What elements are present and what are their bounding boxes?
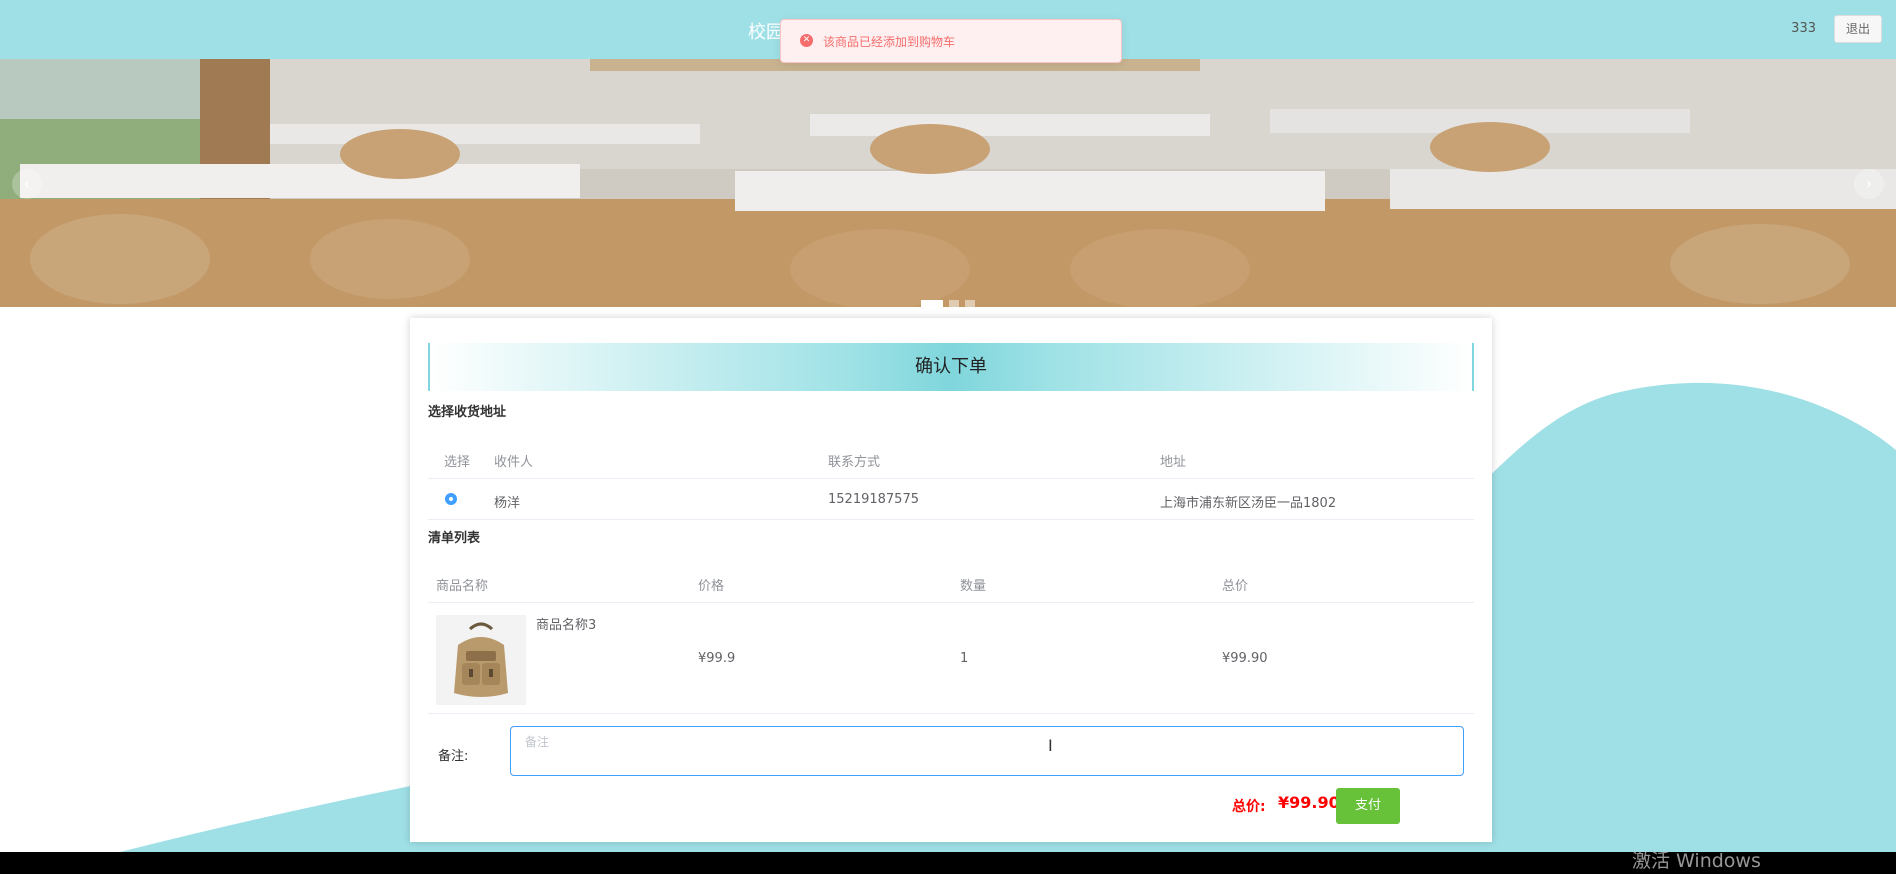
total-label: 总价: <box>1232 799 1266 815</box>
address-radio[interactable] <box>445 493 457 505</box>
item-row: 商品名称3 ¥99.9 1 ¥99.90 <box>428 603 1474 714</box>
product-quantity: 1 <box>960 651 969 666</box>
items-col-quantity: 数量 <box>960 579 987 594</box>
recipient-phone: 15219187575 <box>828 492 919 507</box>
items-section-title: 清单列表 <box>428 531 481 546</box>
username-label: 333 <box>1791 21 1816 36</box>
pay-button[interactable]: 支付 <box>1336 788 1400 824</box>
address-col-address: 地址 <box>1160 455 1187 470</box>
site-title: 校园 <box>748 22 784 43</box>
address-col-phone: 联系方式 <box>828 455 881 470</box>
banner-indicator-2[interactable] <box>949 300 959 307</box>
address-table-header: 选择 收件人 联系方式 地址 <box>428 438 1474 479</box>
address-row[interactable]: 杨洋 15219187575 上海市浦东新区汤臣一品1802 <box>428 479 1474 520</box>
items-col-price: 价格 <box>698 579 725 594</box>
remark-label: 备注: <box>438 749 469 764</box>
logout-button[interactable]: 退出 <box>1834 15 1882 43</box>
banner-indicator-1[interactable] <box>921 300 943 307</box>
banner-indicator-3[interactable] <box>965 300 975 307</box>
recipient-name: 杨洋 <box>494 496 521 511</box>
items-col-name: 商品名称 <box>436 579 489 594</box>
product-thumbnail <box>436 615 526 705</box>
toast-message: ✕ 该商品已经添加到购物车 <box>780 19 1122 63</box>
product-name: 商品名称3 <box>536 618 597 633</box>
address-col-recipient: 收件人 <box>494 455 534 470</box>
items-table-header: 商品名称 价格 数量 总价 <box>428 562 1474 603</box>
remark-textarea[interactable] <box>510 726 1464 776</box>
total-value: ¥99.90 <box>1278 793 1340 812</box>
banner-prev-arrow-icon[interactable]: ‹ <box>12 169 42 199</box>
banner-next-arrow-icon[interactable]: › <box>1854 169 1884 199</box>
address-section-title: 选择收货地址 <box>428 405 507 420</box>
page-title: 确认下单 <box>428 343 1474 391</box>
product-price: ¥99.9 <box>698 651 736 666</box>
backpack-image <box>436 615 526 705</box>
text-cursor-icon: I <box>1048 736 1053 755</box>
items-col-total: 总价 <box>1222 579 1249 594</box>
product-subtotal: ¥99.90 <box>1222 651 1268 666</box>
banner-image <box>0 59 1896 307</box>
error-icon: ✕ <box>800 34 813 47</box>
recipient-address: 上海市浦东新区汤臣一品1802 <box>1160 496 1337 511</box>
order-confirm-card: 确认下单 选择收货地址 选择 收件人 联系方式 地址 杨洋 1521918757… <box>410 318 1492 842</box>
toast-text: 该商品已经添加到购物车 <box>823 35 956 49</box>
banner-carousel: ‹ › <box>0 59 1896 307</box>
taskbar-strip <box>0 852 1896 874</box>
banner-indicators <box>921 293 981 307</box>
windows-activation-watermark: 激活 Windows <box>1632 850 1761 872</box>
address-col-select: 选择 <box>444 455 471 470</box>
